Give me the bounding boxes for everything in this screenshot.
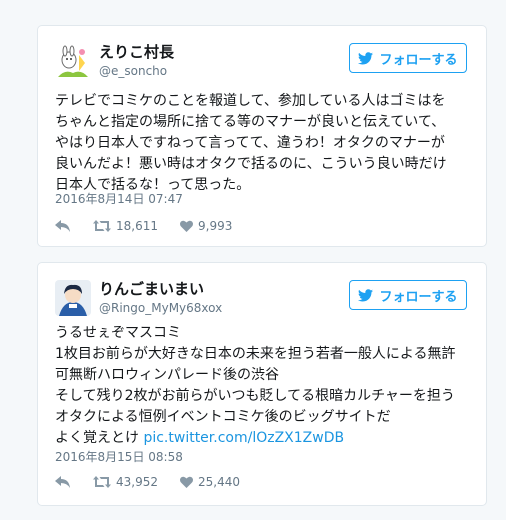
reply-button[interactable] bbox=[55, 220, 71, 232]
tweet-actions: 18,611 9,993 bbox=[55, 219, 254, 233]
retweet-count: 43,952 bbox=[116, 475, 158, 489]
avatar[interactable] bbox=[55, 280, 91, 316]
follow-button[interactable]: フォローする bbox=[349, 280, 467, 310]
tweet-line: テレビでコミケのことを報道して、参加している人はゴミはを bbox=[55, 93, 446, 109]
follow-label: フォローする bbox=[379, 52, 458, 68]
follow-label: フォローする bbox=[379, 289, 458, 305]
tweet-line: やはり日本人ですねって言ってて、違うわ！オタクのマナーが bbox=[55, 135, 445, 151]
like-count: 9,993 bbox=[198, 219, 233, 233]
tweet-line: よく覚えとけ pic.twitter.com/lOzZX1ZwDB bbox=[55, 428, 476, 449]
twitter-bird-icon bbox=[358, 51, 374, 64]
follow-button[interactable]: フォローする bbox=[349, 43, 467, 73]
tweet-line: オタクによる恒例イベントコミケ後のビッグサイトだ bbox=[55, 409, 391, 425]
reply-button[interactable] bbox=[55, 476, 71, 488]
tweet-line: うるせぇぞマスコミ bbox=[55, 325, 181, 341]
tweet-card: えりこ村長 @e_soncho フォローする テレビでコミケのことを報道して、参… bbox=[37, 25, 487, 247]
tweet-card: りんごまいまい @Ringo_MyMy68xox フォローする うるせぇぞマスコ… bbox=[37, 262, 487, 506]
display-name[interactable]: りんごまいまい bbox=[99, 279, 204, 299]
tweet-timestamp[interactable]: 2016年8月15日 08:58 bbox=[55, 450, 183, 464]
heart-icon bbox=[180, 476, 193, 488]
tweet-text: テレビでコミケのことを報道して、参加している人はゴミはを ちゃんと指定の場所に捨… bbox=[55, 91, 476, 196]
tweet-timestamp[interactable]: 2016年8月14日 07:47 bbox=[55, 192, 183, 206]
retweet-button[interactable]: 43,952 bbox=[93, 475, 158, 489]
heart-icon bbox=[180, 220, 193, 232]
tweet-line-text: よく覚えとけ bbox=[55, 430, 139, 446]
like-button[interactable]: 9,993 bbox=[180, 219, 232, 233]
like-count: 25,440 bbox=[198, 475, 240, 489]
user-handle[interactable]: @e_soncho bbox=[99, 63, 167, 79]
media-link[interactable]: pic.twitter.com/lOzZX1ZwDB bbox=[143, 430, 344, 446]
tweet-line: そして残り2枚がお前らがいつも貶してる根暗カルチャーを担う bbox=[55, 388, 455, 404]
retweet-count: 18,611 bbox=[116, 219, 158, 233]
reply-icon bbox=[55, 476, 70, 488]
tweet-line: 良いんだよ！悪い時はオタクで括るのに、こういう良い時だけ bbox=[55, 156, 447, 172]
user-handle[interactable]: @Ringo_MyMy68xox bbox=[99, 300, 222, 316]
display-name[interactable]: えりこ村長 bbox=[99, 42, 174, 62]
retweet-icon bbox=[93, 220, 111, 232]
avatar[interactable] bbox=[55, 43, 91, 79]
retweet-icon bbox=[93, 476, 111, 488]
reply-icon bbox=[55, 220, 70, 232]
tweet-line: 1枚目お前らが大好きな日本の未来を担う若者一般人による無許 bbox=[55, 346, 456, 362]
retweet-button[interactable]: 18,611 bbox=[93, 219, 158, 233]
tweet-text: うるせぇぞマスコミ 1枚目お前らが大好きな日本の未来を担う若者一般人による無許 … bbox=[55, 323, 476, 449]
tweet-actions: 43,952 25,440 bbox=[55, 475, 262, 489]
tweet-line: ちゃんと指定の場所に捨てる等のマナーが良いと伝えていて、 bbox=[55, 114, 446, 130]
tweet-line: 可無断ハロウィンパレード後の渋谷 bbox=[55, 367, 279, 383]
twitter-bird-icon bbox=[358, 288, 374, 301]
like-button[interactable]: 25,440 bbox=[180, 475, 240, 489]
